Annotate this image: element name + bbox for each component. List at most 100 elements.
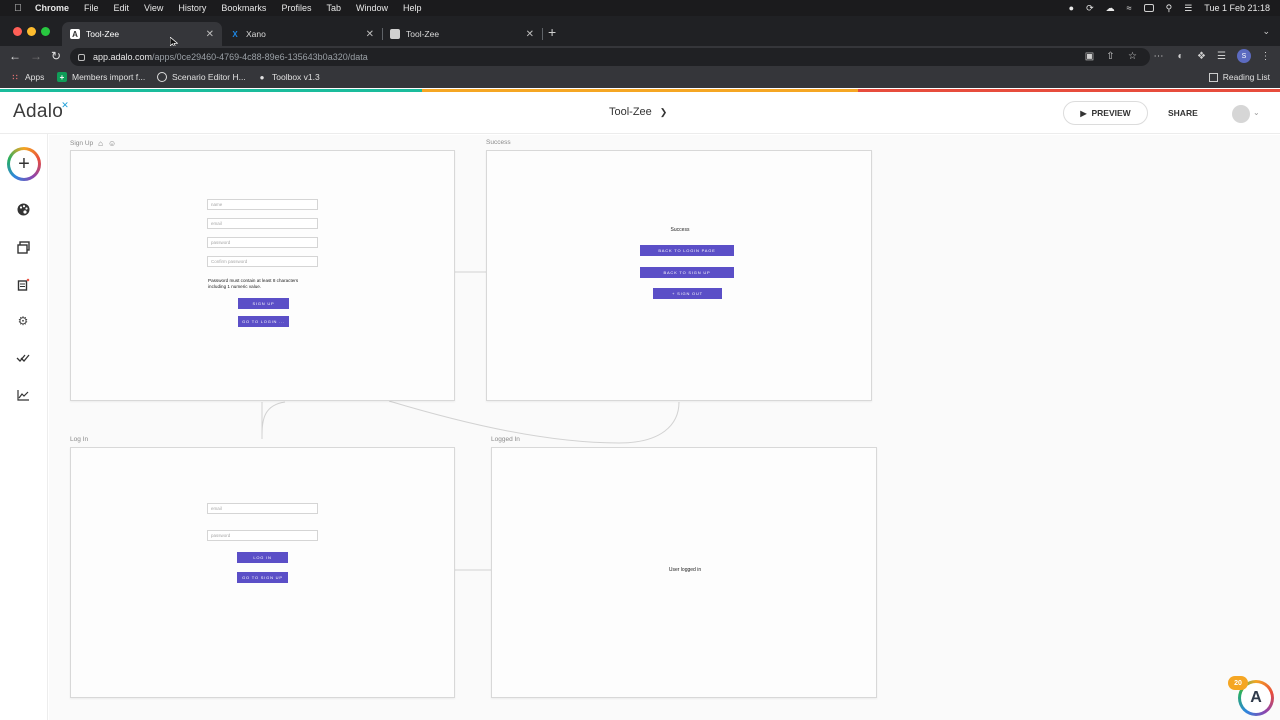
- login-button[interactable]: LOG IN: [237, 552, 288, 563]
- go-to-signup-button[interactable]: GO TO SIGN UP: [237, 572, 288, 583]
- puzzle-extensions-icon[interactable]: ❖: [1196, 51, 1207, 62]
- control-center-icon[interactable]: ☰: [1184, 3, 1192, 14]
- bookmark-label: Apps: [25, 72, 45, 82]
- add-component-button[interactable]: +: [7, 147, 41, 181]
- app-switcher[interactable]: Tool-Zee ❯: [609, 106, 667, 118]
- reload-icon[interactable]: ↻: [51, 49, 61, 63]
- name-field[interactable]: name: [207, 199, 318, 210]
- new-tab-icon[interactable]: +: [548, 24, 556, 40]
- url-path: /apps/0ce29460-4769-4c88-89e6-135643b0a3…: [152, 52, 368, 62]
- menu-profiles[interactable]: Profiles: [281, 3, 311, 13]
- screen-login[interactable]: email password LOG IN GO TO SIGN UP: [70, 447, 455, 698]
- screen-signup[interactable]: name email password Confirm password Pas…: [70, 150, 455, 401]
- play-icon: ▶: [1080, 108, 1087, 118]
- lock-icon[interactable]: [78, 53, 85, 61]
- menubar-clock[interactable]: Tue 1 Feb 21:18: [1204, 3, 1270, 13]
- camera-icon[interactable]: ▣: [1084, 51, 1095, 62]
- screen-success[interactable]: Success BACK TO LOGIN PAGE BACK TO SIGN …: [486, 150, 872, 401]
- share-page-icon[interactable]: ⇧: [1105, 51, 1116, 62]
- bookmark-star-icon[interactable]: ☆: [1127, 51, 1138, 62]
- reading-list-button[interactable]: Reading List: [1208, 72, 1270, 82]
- menu-help[interactable]: Help: [403, 3, 422, 13]
- browser-tab-strip: A Tool-Zee ✕ X Xano ✕ Tool-Zee ✕: [0, 16, 1280, 46]
- menu-chrome[interactable]: Chrome: [35, 3, 69, 13]
- adalo-logo[interactable]: Adalo ✕: [13, 100, 69, 123]
- tab-tool-zee-active[interactable]: A Tool-Zee ✕: [62, 22, 222, 46]
- battery-icon[interactable]: [1143, 4, 1154, 12]
- screen-label-loggedin[interactable]: Logged In: [491, 436, 520, 443]
- tab-tool-zee-2[interactable]: Tool-Zee ✕: [382, 22, 542, 46]
- chrome-menu-icon[interactable]: ⋮: [1260, 51, 1271, 62]
- editor-canvas[interactable]: Sign Up ⌂ ☺ name email password Confirm …: [49, 135, 1280, 720]
- back-arrow-icon[interactable]: ←: [9, 49, 21, 63]
- screen-loggedin[interactable]: User logged in: [491, 447, 877, 698]
- menu-history[interactable]: History: [178, 3, 206, 13]
- back-to-login-button[interactable]: BACK TO LOGIN PAGE: [640, 245, 734, 256]
- sign-out-button[interactable]: + SIGN OUT: [653, 288, 722, 299]
- menu-view[interactable]: View: [144, 3, 163, 13]
- confirm-password-field[interactable]: Confirm password: [207, 256, 318, 267]
- tab-close-icon[interactable]: ✕: [366, 29, 374, 40]
- menu-file[interactable]: File: [84, 3, 99, 13]
- menu-edit[interactable]: Edit: [114, 3, 130, 13]
- microphone-icon[interactable]: ●: [1069, 3, 1074, 13]
- adalo-favicon-icon: A: [70, 29, 80, 39]
- email-field[interactable]: email: [207, 218, 318, 229]
- sheets-icon: +: [57, 72, 67, 82]
- logo-text: Adalo: [13, 101, 64, 122]
- database-icon[interactable]: [15, 276, 31, 292]
- back-to-signup-button[interactable]: BACK TO SIGN UP: [640, 267, 734, 278]
- gear-icon[interactable]: ⚙: [15, 313, 31, 329]
- tab-close-icon[interactable]: ✕: [526, 29, 534, 40]
- avatar-chevron-icon[interactable]: ⌄: [1253, 108, 1260, 117]
- extension-circle-icon[interactable]: ◐: [1175, 51, 1186, 62]
- publish-check-icon[interactable]: [15, 350, 31, 366]
- login-email-field[interactable]: email: [207, 503, 318, 514]
- media-queue-icon[interactable]: ☰: [1216, 51, 1227, 62]
- signup-button[interactable]: SIGN UP: [238, 298, 289, 309]
- menu-window[interactable]: Window: [356, 3, 388, 13]
- menu-tab[interactable]: Tab: [326, 3, 341, 13]
- user-avatar[interactable]: [1232, 105, 1250, 123]
- success-title: Success: [670, 227, 690, 233]
- tab-search-chevron-icon[interactable]: ⌄: [1262, 26, 1270, 37]
- bookmark-members-import[interactable]: + Members import f...: [57, 72, 145, 82]
- bookmark-apps[interactable]: ∷ Apps: [10, 72, 44, 82]
- preview-button[interactable]: ▶ PREVIEW: [1063, 101, 1148, 125]
- bookmark-toolbox[interactable]: ● Toolbox v1.3: [257, 72, 320, 82]
- login-password-field[interactable]: password: [207, 530, 318, 541]
- extension-dots-icon[interactable]: ⋯: [1153, 51, 1164, 62]
- bookmarks-bar: ∷ Apps + Members import f... Scenario Ed…: [0, 68, 1280, 88]
- go-to-login-button[interactable]: GO TO LOGIN ...: [238, 316, 289, 327]
- address-bar[interactable]: app.adalo.com /apps/0ce29460-4769-4c88-8…: [70, 48, 1150, 66]
- loader-icon: [157, 72, 167, 82]
- profile-avatar[interactable]: S: [1237, 49, 1251, 63]
- spotlight-icon[interactable]: ⚲: [1166, 3, 1173, 14]
- window-minimize-button[interactable]: [27, 27, 36, 36]
- macos-menu-bar:  Chrome File Edit View History Bookmark…: [0, 0, 1280, 16]
- palette-icon[interactable]: [15, 201, 31, 217]
- menu-bookmarks[interactable]: Bookmarks: [221, 3, 266, 13]
- reading-list-label: Reading List: [1222, 72, 1270, 82]
- plus-icon: +: [10, 150, 38, 178]
- screen-label-login[interactable]: Log In: [70, 436, 88, 443]
- tab-xano[interactable]: X Xano ✕: [222, 22, 382, 46]
- bookmark-scenario-editor[interactable]: Scenario Editor H...: [157, 72, 246, 82]
- window-close-button[interactable]: [13, 27, 22, 36]
- cloud-icon[interactable]: ☁: [1106, 3, 1115, 14]
- screen-label-success[interactable]: Success: [486, 139, 511, 146]
- notification-badge[interactable]: 20: [1228, 676, 1248, 690]
- share-button[interactable]: SHARE: [1168, 108, 1198, 118]
- window-zoom-button[interactable]: [41, 27, 50, 36]
- screen-label-text: Sign Up: [70, 140, 94, 147]
- chevron-down-icon: ❯: [659, 106, 668, 117]
- screen-label-signup[interactable]: Sign Up ⌂ ☺: [70, 139, 116, 148]
- sync-icon[interactable]: ⟳: [1086, 3, 1094, 14]
- apple-icon[interactable]: : [8, 3, 28, 14]
- forward-arrow-icon[interactable]: →: [30, 49, 42, 63]
- wifi-icon[interactable]: ≈: [1127, 3, 1132, 13]
- analytics-icon[interactable]: [15, 387, 31, 403]
- password-field[interactable]: password: [207, 237, 318, 248]
- tab-close-icon[interactable]: ✕: [206, 29, 214, 40]
- screens-icon[interactable]: [15, 239, 31, 255]
